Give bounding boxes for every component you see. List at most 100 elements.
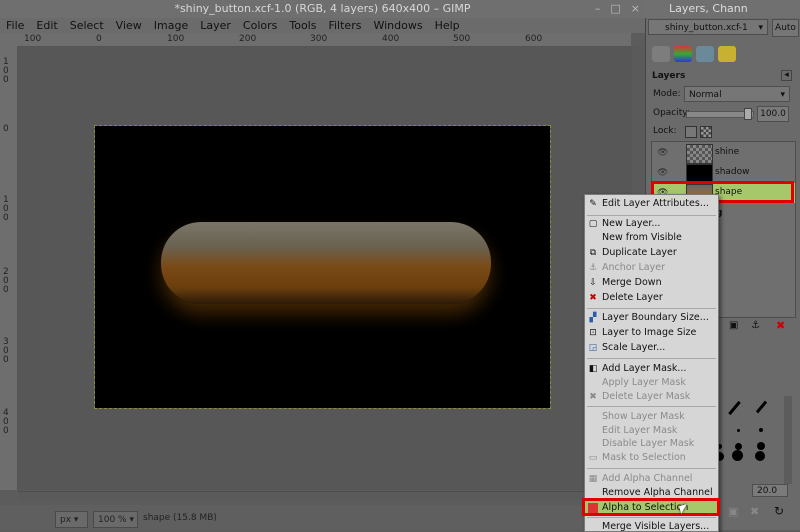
menu-separator	[587, 468, 716, 469]
new-layer-icon: ▢	[588, 219, 598, 229]
layer-name[interactable]: shine	[715, 147, 739, 157]
brush-item[interactable]	[732, 450, 743, 461]
menu-image[interactable]: Image	[148, 19, 194, 32]
merge-down-icon: ⇩	[589, 278, 597, 288]
opacity-input[interactable]: 100.0	[757, 106, 789, 122]
ruler-corner[interactable]	[0, 33, 17, 46]
mode-select[interactable]: Normal ▾	[684, 86, 790, 102]
auto-button[interactable]: Auto	[772, 19, 799, 37]
opacity-slider-handle[interactable]	[744, 108, 752, 120]
menu-item-disable-layer-mask[interactable]: Disable Layer Mask	[585, 437, 718, 451]
brush-item[interactable]	[737, 429, 740, 432]
duplicate-brush-icon[interactable]: ▣	[728, 505, 738, 518]
unit-value: px	[60, 515, 72, 525]
duplicate-icon: ⧉	[589, 248, 597, 258]
lock-pixels-checkbox[interactable]	[685, 126, 697, 138]
menu-separator	[587, 517, 716, 518]
brushes-scrollbar[interactable]	[784, 396, 792, 484]
menu-filters[interactable]: Filters	[322, 19, 367, 32]
ruler-label: 600	[525, 34, 543, 44]
ruler-label: 100	[3, 195, 9, 223]
menu-item-label: Mask to Selection	[602, 452, 686, 463]
layers-tab-icon[interactable]	[652, 46, 670, 62]
menu-item-delete-layer-mask[interactable]: ✖ Delete Layer Mask	[585, 390, 718, 404]
menu-item-apply-layer-mask[interactable]: Apply Layer Mask	[585, 376, 718, 390]
menu-colors[interactable]: Colors	[237, 19, 283, 32]
menu-separator	[587, 215, 716, 216]
menu-item-merge-visible-layers[interactable]: Merge Visible Layers...	[585, 520, 718, 531]
menu-tools[interactable]: Tools	[283, 19, 322, 32]
zoom-select[interactable]: 100 % ▾	[93, 511, 138, 528]
close-button[interactable]: ×	[631, 2, 640, 15]
layer-row-shadow[interactable]: 👁 shadow	[652, 163, 795, 184]
layer-row-shine[interactable]: 👁 shine	[652, 143, 795, 164]
image-select[interactable]: shiny_button.xcf-1 ▾	[648, 19, 768, 35]
brush-item[interactable]	[759, 428, 763, 432]
paths-tab-icon[interactable]	[696, 46, 714, 62]
add-mask-icon: ◧	[588, 364, 598, 374]
ruler-label: 100	[167, 34, 185, 44]
lock-alpha-checkbox[interactable]	[700, 126, 712, 138]
minimize-button[interactable]: –	[595, 2, 601, 15]
menu-separator	[587, 406, 716, 407]
menu-item-layer-to-image-size[interactable]: ⊡ Layer to Image Size	[585, 326, 718, 340]
menu-item-label: Edit Layer Attributes...	[602, 198, 709, 209]
ruler-label: 0	[96, 34, 102, 44]
horizontal-scrollbar[interactable]	[18, 491, 632, 500]
unit-select[interactable]: px ▾	[55, 511, 88, 528]
window-controls: – □ ×	[595, 2, 640, 15]
menu-edit[interactable]: Edit	[30, 19, 63, 32]
layer-name[interactable]: shadow	[715, 167, 750, 177]
menu-item-edit-layer-attributes[interactable]: ✎ Edit Layer Attributes...	[585, 197, 718, 211]
ruler-label: 300	[310, 34, 328, 44]
menu-item-duplicate-layer[interactable]: ⧉ Duplicate Layer	[585, 246, 718, 260]
lock-label: Lock:	[653, 126, 677, 136]
menu-item-delete-layer[interactable]: ✖ Delete Layer	[585, 291, 718, 305]
brush-item[interactable]	[757, 442, 765, 450]
menu-select[interactable]: Select	[64, 19, 110, 32]
tab-menu-icon[interactable]: ◂	[781, 70, 792, 81]
channels-tab-icon[interactable]	[674, 46, 692, 62]
brush-item[interactable]	[735, 443, 742, 450]
brush-item[interactable]	[755, 451, 765, 461]
mode-label: Mode:	[653, 89, 681, 99]
mask-selection-icon: ▭	[588, 453, 598, 463]
brush-spacing-input[interactable]: 20.0	[752, 484, 788, 497]
vertical-ruler[interactable]: 100 0 100 200 300 400	[0, 46, 18, 490]
menu-item-add-layer-mask[interactable]: ◧ Add Layer Mask...	[585, 362, 718, 376]
refresh-brushes-icon[interactable]: ↻	[774, 504, 784, 518]
maximize-button[interactable]: □	[610, 2, 620, 15]
menu-windows[interactable]: Windows	[367, 19, 428, 32]
menu-item-new-from-visible[interactable]: New from Visible	[585, 231, 718, 245]
brush-item[interactable]	[755, 400, 768, 414]
delete-brush-icon[interactable]: ✖	[750, 505, 759, 518]
delete-layer-icon[interactable]: ✖	[776, 319, 785, 332]
menu-item-mask-to-selection[interactable]: ▭ Mask to Selection	[585, 451, 718, 465]
menu-item-show-layer-mask[interactable]: Show Layer Mask	[585, 410, 718, 424]
anchor-layer-icon[interactable]: ⚓	[751, 320, 760, 331]
menu-item-merge-down[interactable]: ⇩ Merge Down	[585, 276, 718, 290]
menu-item-label: Layer Boundary Size...	[602, 312, 709, 323]
duplicate-layer-icon[interactable]: ▣	[729, 320, 738, 331]
to-image-size-icon: ⊡	[589, 328, 597, 338]
brush-item[interactable]	[728, 400, 741, 416]
horizontal-ruler[interactable]: 100 0 100 200 300 400 500 600	[17, 33, 631, 47]
menu-item-scale-layer[interactable]: ◲ Scale Layer...	[585, 341, 718, 355]
chevron-down-icon: ▾	[758, 23, 763, 33]
scale-icon: ◲	[588, 343, 598, 353]
menu-item-anchor-layer[interactable]: ⚓ Anchor Layer	[585, 261, 718, 275]
menu-help[interactable]: Help	[429, 19, 466, 32]
anchor-icon: ⚓	[588, 263, 598, 273]
menu-item-add-alpha-channel[interactable]: ▦ Add Alpha Channel	[585, 472, 718, 486]
menu-item-layer-boundary-size[interactable]: ▞ Layer Boundary Size...	[585, 311, 718, 325]
undo-tab-icon[interactable]	[718, 46, 736, 62]
menu-file[interactable]: File	[0, 19, 30, 32]
pencil-icon: ✎	[589, 199, 597, 209]
eye-icon[interactable]: 👁	[657, 168, 668, 178]
eye-icon[interactable]: 👁	[657, 148, 668, 158]
menu-layer[interactable]: Layer	[194, 19, 237, 32]
menu-item-edit-layer-mask[interactable]: Edit Layer Mask	[585, 424, 718, 438]
menu-item-new-layer[interactable]: ▢ New Layer...	[585, 217, 718, 231]
menu-view[interactable]: View	[110, 19, 148, 32]
zoom-value: 100 %	[98, 515, 127, 525]
